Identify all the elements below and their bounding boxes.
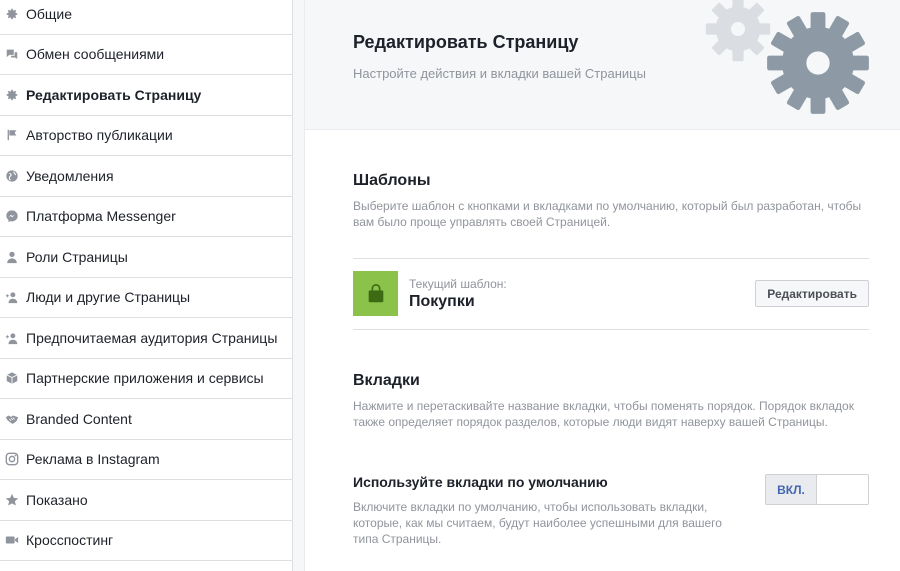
sidebar-list: Общие Обмен сообщениями Редактировать Стра… <box>0 0 293 561</box>
sidebar-item-label: Платформа Messenger <box>26 208 176 225</box>
video-icon <box>4 532 20 548</box>
divider <box>353 329 869 330</box>
person-icon <box>4 249 20 265</box>
page-title: Редактировать Страницу <box>353 32 579 52</box>
sidebar-item-label: Авторство публикации <box>26 127 173 144</box>
gear-illustration-large-icon <box>767 12 869 114</box>
page-header: Редактировать Страницу Настройте действи… <box>305 0 900 130</box>
flag-icon <box>4 127 20 143</box>
toggle-on-label[interactable]: ВКЛ. <box>766 475 817 504</box>
sidebar-item-label: Роли Страницы <box>26 248 128 265</box>
tabs-title: Вкладки <box>353 372 420 389</box>
tabs-section: Вкладки Нажмите и перетаскивайте названи… <box>353 372 869 430</box>
sidebar-item-label: Уведомления <box>26 167 114 184</box>
handshake-icon <box>4 411 20 427</box>
sidebar-item-6[interactable]: Платформа Messenger <box>0 197 293 237</box>
sidebar-item-2[interactable]: Обмен сообщениями <box>0 35 293 75</box>
edit-template-button[interactable]: Редактировать <box>755 280 869 307</box>
default-tabs-description: Включите вкладки по умолчанию, чтобы исп… <box>353 500 722 546</box>
star-icon <box>4 492 20 508</box>
main-content: Редактировать Страницу Настройте действи… <box>305 0 900 571</box>
person-add-icon <box>4 330 20 346</box>
settings-sidebar: Общие Обмен сообщениями Редактировать Стра… <box>0 0 293 571</box>
sidebar-item-3[interactable]: Редактировать Страницу <box>0 75 293 116</box>
sidebar-item-label: Партнерские приложения и сервисы <box>26 370 264 387</box>
sidebar-item-7[interactable]: Роли Страницы <box>0 237 293 278</box>
sidebar-item-10[interactable]: Партнерские приложения и сервисы <box>0 359 293 399</box>
sidebar-item-13[interactable]: Показано <box>0 480 293 521</box>
template-thumbnail <box>353 271 398 316</box>
instagram-icon <box>4 451 20 467</box>
sidebar-item-label: Обмен сообщениями <box>26 46 165 63</box>
gear-icon <box>4 87 20 103</box>
sidebar-item-8[interactable]: Люди и другие Страницы <box>0 278 293 318</box>
current-template: Текущий шаблон: Покупки Редактировать <box>353 271 869 317</box>
person-add-icon <box>4 289 20 305</box>
gear-icon <box>4 6 20 22</box>
sidebar-gutter <box>293 0 305 571</box>
shopping-bag-icon <box>368 283 383 302</box>
current-template-caption: Текущий шаблон: <box>409 277 507 291</box>
templates-description: Выберите шаблон с кнопками и вкладками п… <box>353 199 862 229</box>
toggle-off-area[interactable] <box>817 475 868 504</box>
divider <box>353 258 869 259</box>
sidebar-item-label: Кросспостинг <box>26 532 114 549</box>
chat-icon <box>4 46 20 62</box>
sidebar-item-9[interactable]: Предпочитаемая аудитория Страницы <box>0 318 293 359</box>
sidebar-item-label: Branded Content <box>26 410 132 427</box>
sidebar-item-label: Люди и другие Страницы <box>26 289 191 306</box>
globe-icon <box>4 168 20 184</box>
sidebar-item-14[interactable]: Кросспостинг <box>0 521 293 561</box>
page-subtitle: Настройте действия и вкладки вашей Стран… <box>353 66 646 81</box>
sidebar-item-4[interactable]: Авторство публикации <box>0 116 293 156</box>
sidebar-item-label: Общие <box>26 5 73 22</box>
box-icon <box>4 370 20 386</box>
templates-title: Шаблоны <box>353 172 431 189</box>
sidebar-item-5[interactable]: Уведомления <box>0 156 293 197</box>
current-template-name: Покупки <box>409 293 475 310</box>
tabs-description: Нажмите и перетаскивайте название вкладк… <box>353 399 854 429</box>
sidebar-item-label: Показано <box>26 491 88 508</box>
templates-section: Шаблоны Выберите шаблон с кнопками и вкл… <box>353 172 869 230</box>
sidebar-item-label: Редактировать Страницу <box>26 86 202 103</box>
sidebar-item-12[interactable]: Реклама в Instagram <box>0 440 293 480</box>
sidebar-item-11[interactable]: Branded Content <box>0 399 293 440</box>
sidebar-item-label: Реклама в Instagram <box>26 451 160 468</box>
messenger-icon <box>4 208 20 224</box>
sidebar-item-1[interactable]: Общие <box>0 0 293 35</box>
default-tabs-toggle[interactable]: ВКЛ. <box>765 474 869 505</box>
sidebar-item-label: Предпочитаемая аудитория Страницы <box>26 329 278 346</box>
gear-illustration-small-icon <box>705 0 771 62</box>
